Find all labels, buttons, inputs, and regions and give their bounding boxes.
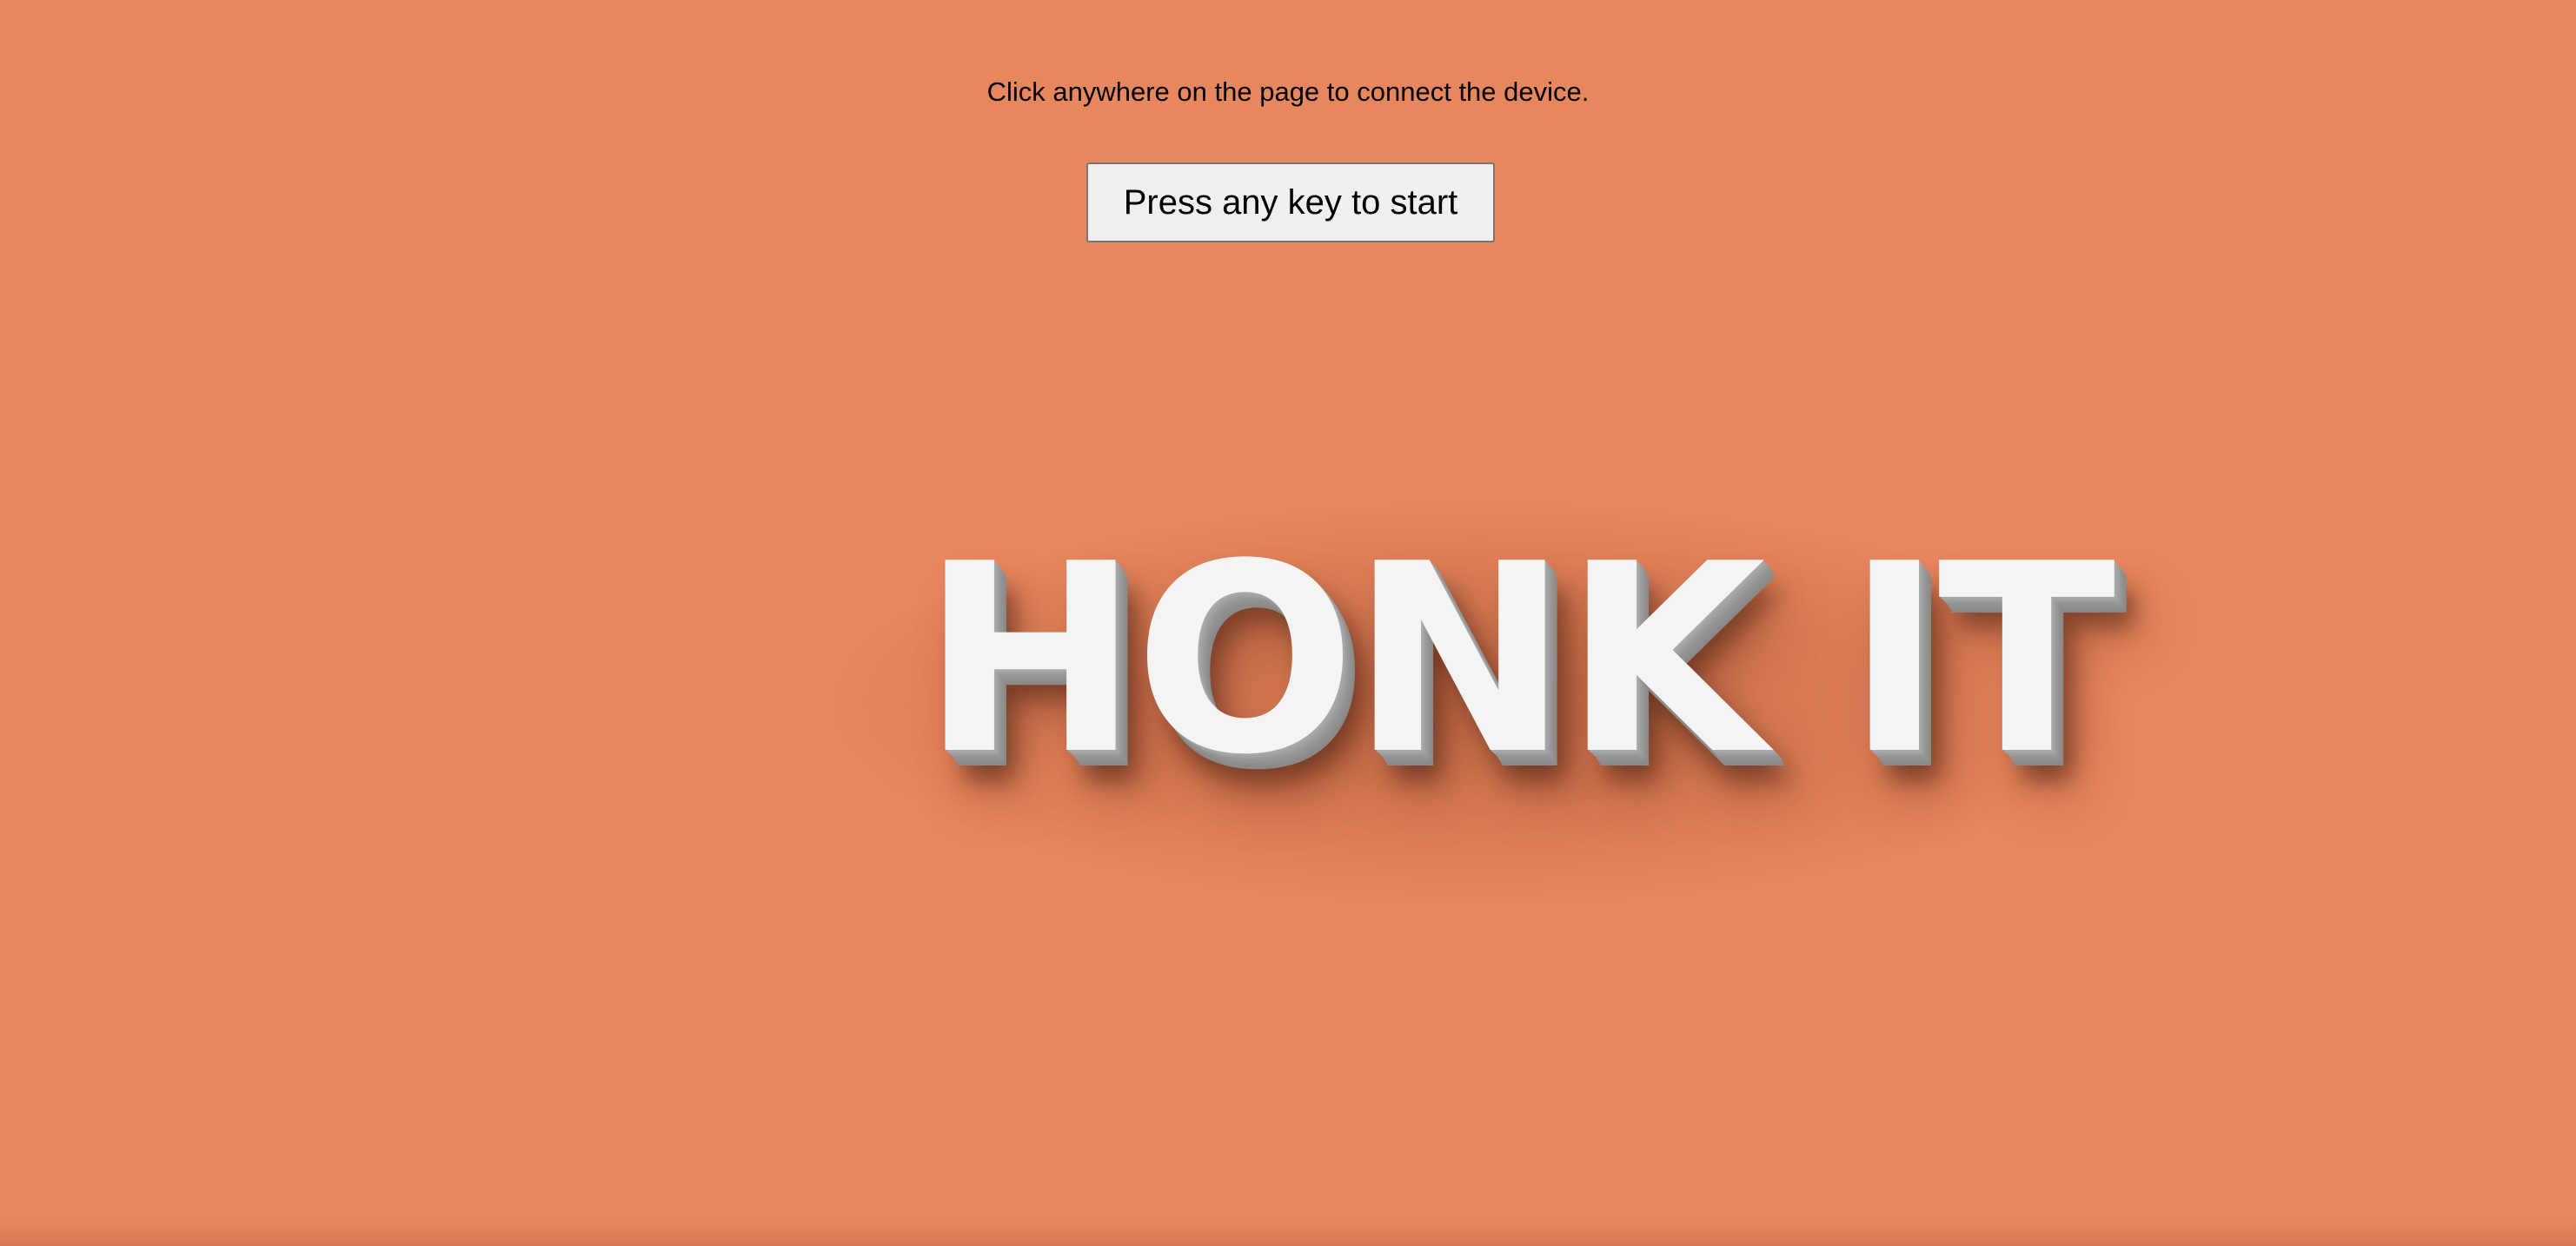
connect-instruction-text: Click anywhere on the page to connect th… [986,76,1590,107]
start-button[interactable]: Press any key to start [1086,162,1495,242]
bottom-shade [0,1220,2576,1246]
page-canvas[interactable]: Click anywhere on the page to connect th… [0,0,2576,1246]
title-container: HONK IT [921,530,2138,791]
honk-it-title: HONK IT [921,508,2115,812]
